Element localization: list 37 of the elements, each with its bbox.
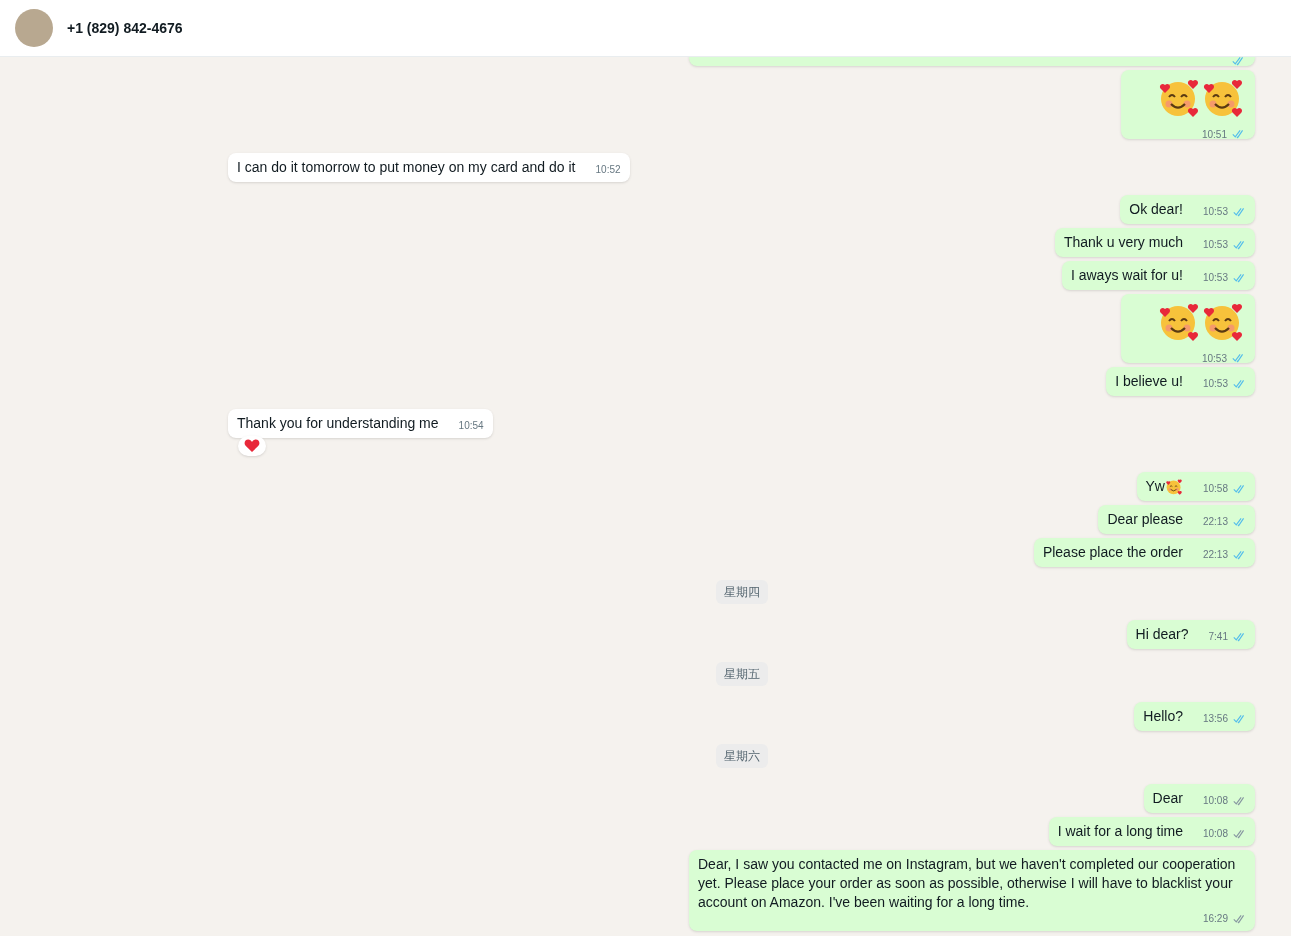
message-time: 10:53 bbox=[1202, 271, 1228, 285]
message-text: I can do it tomorrow to put money on my card and do it bbox=[237, 158, 576, 177]
message-text: I believe u! bbox=[1115, 372, 1183, 391]
date-separator: 星期六 bbox=[715, 744, 768, 768]
message-time: 10:53 bbox=[1201, 353, 1227, 364]
message-text: Hi dear? bbox=[1135, 625, 1189, 644]
message-time: 22:13 bbox=[1202, 515, 1228, 529]
message-time: 10:53 bbox=[1202, 205, 1228, 219]
message-text: Hello? bbox=[1143, 707, 1183, 726]
date-separator: 星期五 bbox=[715, 662, 768, 686]
reaction-badge[interactable] bbox=[238, 436, 266, 456]
message-time: 10:58 bbox=[1202, 482, 1228, 496]
message-text: Please place the order bbox=[1042, 543, 1183, 562]
message-text: Thank u very much bbox=[1063, 233, 1183, 252]
contact-name: +1 (829) 842-4676 bbox=[67, 18, 183, 38]
message-text: Dear please bbox=[1107, 510, 1183, 529]
date-separator: 星期四 bbox=[715, 580, 768, 604]
message-time: 10:54 bbox=[458, 419, 484, 433]
avatar[interactable] bbox=[15, 9, 53, 47]
message-text: Dear, I saw you contacted me on Instagram, but we haven't completed our cooperation yet. Please place your order as soon as possible, otherwise I will have to blacklist your account on Amazon. I've been waiting for a long time. bbox=[698, 855, 1237, 912]
message-text: Thank you for understanding me bbox=[237, 414, 439, 433]
message-text: Yw bbox=[1145, 477, 1165, 496]
message-text: I aways wait for u! bbox=[1070, 266, 1183, 285]
message-time: 10:08 bbox=[1202, 794, 1228, 808]
message-text: I wait for a long time bbox=[1057, 822, 1183, 841]
message-time: 13:56 bbox=[1202, 712, 1228, 726]
message-time: 10:52 bbox=[595, 163, 621, 177]
message-time: 22:13 bbox=[1202, 548, 1228, 562]
message-time: 7:41 bbox=[1208, 630, 1228, 644]
message-text: Dear bbox=[1152, 789, 1183, 808]
message-text: Ok dear! bbox=[1129, 200, 1183, 219]
message-time: 10:08 bbox=[1202, 827, 1228, 841]
message-time: 16:29 bbox=[1202, 912, 1228, 926]
message-time: 10:53 bbox=[1202, 238, 1228, 252]
message-time: 10:53 bbox=[1202, 377, 1228, 391]
heart-icon bbox=[244, 439, 260, 453]
message-time: 10:51 bbox=[1201, 129, 1227, 140]
